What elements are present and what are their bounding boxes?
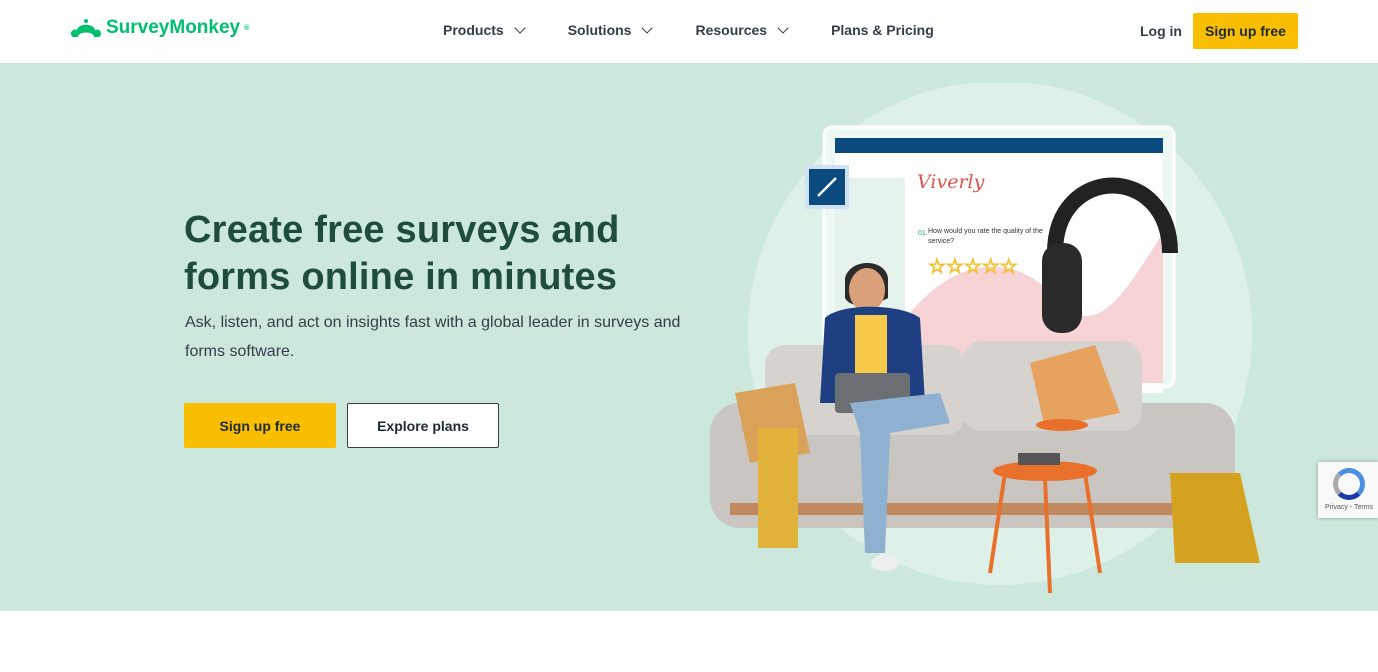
chevron-down-icon	[641, 22, 654, 34]
hero-title-line1: Create free surveys and	[184, 209, 620, 251]
nav-signup-button[interactable]: Sign up free	[1193, 13, 1298, 49]
hero-illustration: Viverly 01. How would you rate the quali…	[710, 83, 1260, 594]
menu-plans-pricing[interactable]: Plans & Pricing	[831, 22, 934, 38]
menu-products[interactable]: Products	[443, 22, 526, 38]
login-link[interactable]: Log in	[1140, 23, 1182, 39]
menu-label: Solutions	[567, 22, 632, 38]
hero-title: Create free surveys and forms online in m…	[184, 207, 620, 301]
recaptcha-links[interactable]: Privacy - Terms	[1325, 504, 1373, 511]
top-nav: SurveyMonkey ® Products Solutions Resourc…	[0, 0, 1378, 63]
chevron-down-icon	[777, 22, 789, 34]
hero-subtitle: Ask, listen, and act on insights fast wi…	[185, 314, 681, 360]
menu-solutions[interactable]: Solutions	[567, 22, 654, 38]
menu-label: Products	[443, 22, 504, 38]
recaptcha-badge[interactable]: Privacy - Terms	[1318, 462, 1378, 518]
brand-name: Viverly	[917, 171, 985, 193]
logo[interactable]: SurveyMonkey ®	[70, 17, 249, 39]
recaptcha-icon	[1333, 468, 1365, 500]
question-number: 01.	[918, 230, 928, 237]
star-rating: ☆☆☆☆☆	[927, 255, 1018, 278]
menu-label: Resources	[695, 22, 768, 38]
hero-title-line2: forms online in minutes	[184, 256, 618, 298]
menu-resources[interactable]: Resources	[695, 22, 789, 38]
survey-question: How would you rate the quality of the se…	[928, 228, 1043, 245]
stars-icon: ☆☆☆☆☆	[928, 256, 1018, 278]
hero-signup-button[interactable]: Sign up free	[184, 403, 336, 448]
explore-plans-button[interactable]: Explore plans	[347, 403, 499, 448]
main-menu: Products Solutions Resources Plans & Pri…	[443, 22, 978, 38]
chevron-down-icon	[514, 22, 526, 34]
hero-section: Create free surveys and forms online in m…	[0, 63, 1378, 611]
menu-label: Plans & Pricing	[831, 22, 934, 38]
logo-text: SurveyMonkey	[106, 17, 241, 38]
monkey-logo-icon	[70, 19, 102, 37]
